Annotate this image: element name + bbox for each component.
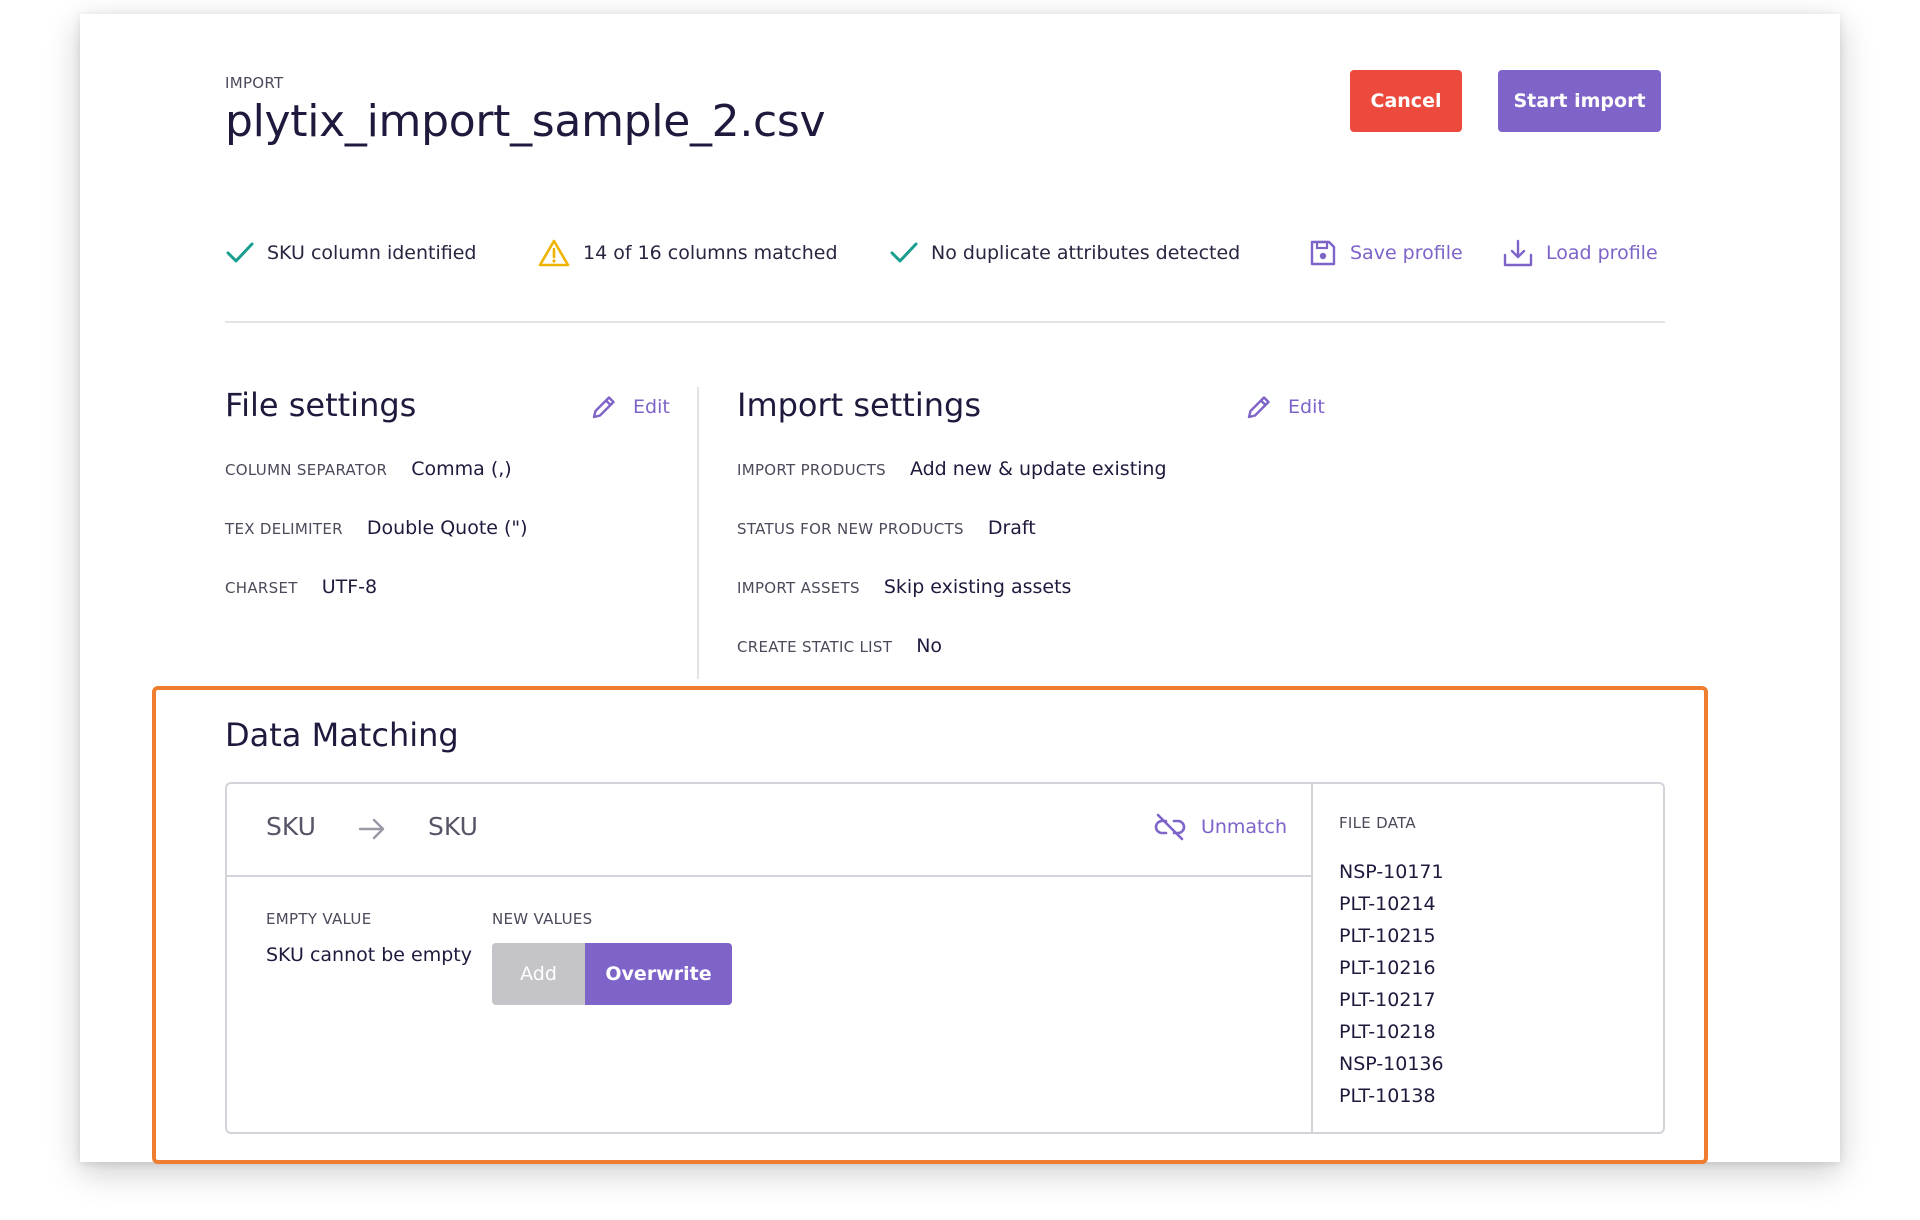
status-columns-text: 14 of 16 columns matched	[583, 242, 838, 264]
source-column: SKU	[266, 812, 316, 841]
import-settings-title: Import settings	[737, 386, 981, 424]
check-icon	[890, 242, 918, 263]
pencil-icon	[592, 396, 615, 419]
status-duplicates-text: No duplicate attributes detected	[931, 242, 1241, 264]
setting-value: Comma (,)	[411, 458, 512, 480]
empty-value-label: EMPTY VALUE	[266, 910, 372, 928]
save-icon	[1310, 240, 1336, 266]
list-item: PLT-10218	[1339, 1021, 1436, 1043]
list-item: PLT-10217	[1339, 989, 1436, 1011]
list-item: PLT-10216	[1339, 957, 1436, 979]
status-sku: SKU column identified	[225, 229, 476, 277]
list-item: PLT-10214	[1339, 893, 1436, 915]
arrow-right-icon	[358, 818, 385, 840]
setting-key: CREATE STATIC LIST	[737, 638, 893, 656]
setting-column-separator: COLUMN SEPARATOR Comma (,)	[225, 458, 512, 480]
load-profile-link[interactable]: Load profile	[1502, 229, 1658, 277]
list-item: NSP-10171	[1339, 861, 1444, 883]
list-item: PLT-10138	[1339, 1085, 1436, 1107]
import-settings-edit-label: Edit	[1288, 396, 1325, 418]
start-import-button[interactable]: Start import	[1498, 70, 1661, 132]
check-icon	[226, 242, 254, 263]
setting-value: No	[916, 635, 943, 657]
setting-key: COLUMN SEPARATOR	[225, 461, 388, 479]
setting-key: STATUS FOR NEW PRODUCTS	[737, 520, 964, 538]
page-eyebrow: IMPORT	[225, 74, 284, 92]
load-profile-label: Load profile	[1546, 242, 1658, 264]
setting-charset: CHARSET UTF-8	[225, 576, 377, 598]
list-item: PLT-10215	[1339, 925, 1436, 947]
import-card: IMPORT plytix_import_sample_2.csv Cancel…	[80, 14, 1840, 1164]
add-option-button[interactable]: Add	[492, 943, 585, 1005]
header-divider	[225, 321, 1665, 323]
overwrite-option-button[interactable]: Overwrite	[585, 943, 732, 1005]
matching-config-panel: SKU SKU Unmatch EMPTY VALUE SKU cannot b…	[227, 784, 1313, 1132]
setting-key: IMPORT ASSETS	[737, 579, 860, 597]
setting-value: Double Quote (")	[366, 517, 528, 539]
import-settings-edit[interactable]: Edit	[1244, 392, 1325, 422]
setting-value: Add new & update existing	[909, 458, 1167, 480]
setting-key: IMPORT PRODUCTS	[737, 461, 886, 479]
unmatch-button[interactable]: Unmatch	[1153, 812, 1287, 842]
download-icon	[1503, 239, 1533, 267]
data-matching-card: SKU SKU Unmatch EMPTY VALUE SKU cannot b…	[225, 782, 1665, 1134]
status-columns: 14 of 16 columns matched	[537, 229, 838, 277]
setting-value: Skip existing assets	[883, 576, 1072, 598]
matching-header: SKU SKU Unmatch	[227, 784, 1311, 877]
setting-text-delimiter: TEX DELIMITER Double Quote (")	[225, 517, 528, 539]
setting-key: TEX DELIMITER	[225, 520, 343, 538]
warning-icon	[538, 239, 570, 267]
setting-status-new-products: STATUS FOR NEW PRODUCTS Draft	[737, 517, 1036, 539]
setting-key: CHARSET	[225, 579, 298, 597]
unmatch-label: Unmatch	[1200, 816, 1287, 838]
save-profile-link[interactable]: Save profile	[1308, 229, 1463, 277]
save-profile-label: Save profile	[1350, 242, 1463, 264]
empty-value-text: SKU cannot be empty	[266, 944, 472, 966]
pencil-icon	[1247, 396, 1270, 419]
setting-import-products: IMPORT PRODUCTS Add new & update existin…	[737, 458, 1167, 480]
page-title: plytix_import_sample_2.csv	[225, 96, 826, 147]
cancel-button[interactable]: Cancel	[1350, 70, 1462, 132]
setting-create-static-list: CREATE STATIC LIST No	[737, 635, 942, 657]
status-sku-text: SKU column identified	[267, 242, 477, 264]
file-settings-title: File settings	[225, 386, 417, 424]
new-values-label: NEW VALUES	[492, 910, 593, 928]
data-matching-title: Data Matching	[225, 716, 459, 754]
status-duplicates: No duplicate attributes detected	[889, 229, 1240, 277]
setting-value: Draft	[987, 517, 1036, 539]
new-values-toggle: Add Overwrite	[492, 943, 732, 1005]
file-data-list: NSP-10171 PLT-10214 PLT-10215 PLT-10216 …	[1339, 856, 1444, 1112]
file-settings-edit[interactable]: Edit	[589, 392, 670, 422]
setting-value: UTF-8	[321, 576, 378, 598]
unlink-icon	[1154, 813, 1186, 841]
file-settings-edit-label: Edit	[633, 396, 670, 418]
target-attribute[interactable]: SKU	[428, 812, 478, 841]
file-data-label: FILE DATA	[1339, 814, 1416, 832]
list-item: NSP-10136	[1339, 1053, 1444, 1075]
settings-divider	[697, 387, 699, 679]
validation-status-row: SKU column identified 14 of 16 columns m…	[225, 229, 1665, 277]
setting-import-assets: IMPORT ASSETS Skip existing assets	[737, 576, 1071, 598]
